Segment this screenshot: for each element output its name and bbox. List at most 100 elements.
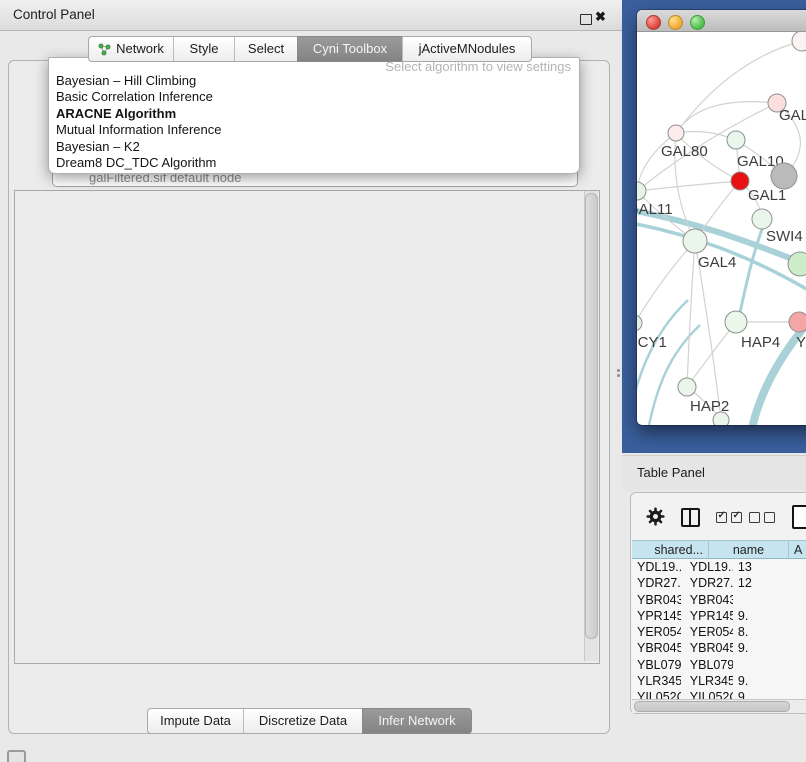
table-cell: 9. [733, 673, 806, 689]
tab-jactivemnodules[interactable]: jActiveMNodules [402, 36, 532, 62]
network-node-hap2[interactable] [678, 378, 696, 396]
tab-network[interactable]: Network [88, 36, 173, 62]
network-node-gal80[interactable] [668, 125, 684, 141]
table-row[interactable]: YBL079WYBL079W [632, 657, 806, 673]
table-hscrollbar-thumb[interactable] [634, 701, 790, 712]
control-panel-title: Control Panel [13, 7, 95, 22]
network-node-gcy1[interactable] [637, 315, 642, 331]
network-node-label: GAL80 [661, 143, 708, 160]
checked-box-icon [716, 512, 727, 523]
table-cell: YPR145W [632, 608, 681, 624]
table-column-header[interactable]: shared... [632, 540, 709, 559]
table-cell: YER054C [681, 624, 733, 640]
network-node-swi4[interactable] [752, 209, 772, 229]
table-cell: YDL19... [632, 559, 681, 575]
table-row[interactable]: YBR043CYBR043C [632, 592, 806, 608]
table-cell: YLR345W [632, 673, 681, 689]
panel-divider-handle[interactable] [617, 369, 620, 372]
network-node-hap4[interactable] [725, 311, 747, 333]
table-cell: YBR045C [681, 640, 733, 656]
network-canvas[interactable]: GALGAL80GAL10GAL1GAL11SWI4GAL4GCY1HAP4YH… [637, 32, 806, 425]
settings-scrollbar-thumb[interactable] [585, 193, 598, 639]
unchecked-box-icon [764, 512, 775, 523]
split-columns-icon[interactable] [681, 508, 700, 527]
tab-style[interactable]: Style [173, 36, 234, 62]
menu-item[interactable]: Bayesian – K2 [49, 139, 579, 155]
float-window-icon[interactable] [580, 14, 592, 25]
menu-item[interactable]: Basic Correlation Inference [49, 89, 579, 105]
network-node-label: GAL4 [698, 254, 736, 271]
table-cell: YBL079W [681, 657, 733, 673]
control-panel-titlebar: Control Panel ✖ [0, 0, 622, 31]
settings-scrollpane [14, 190, 600, 664]
tab-select[interactable]: Select [234, 36, 297, 62]
unchecked-box-icon [749, 512, 760, 523]
close-icon[interactable]: ✖ [595, 9, 606, 25]
tab-discretize-data[interactable]: Discretize Data [243, 708, 362, 734]
table-row[interactable]: YPR145WYPR145W9. [632, 608, 806, 624]
minimize-traffic-light-icon[interactable] [668, 15, 683, 30]
network-node-label: HAP4 [741, 334, 780, 351]
table-cell: YBR045C [632, 640, 681, 656]
table-panel-title: Table Panel [637, 465, 705, 480]
gear-icon[interactable] [646, 507, 665, 526]
bottom-tabbar: Impute Data Discretize Data Infer Networ… [147, 708, 472, 730]
table-cell: 9. [733, 608, 806, 624]
table-cell: YLR345W [681, 673, 733, 689]
table-cell: YBR043C [681, 592, 733, 608]
document-icon[interactable] [792, 505, 806, 529]
network-node-gal10[interactable] [727, 131, 745, 149]
table-row[interactable]: YDR27...YDR27...12 [632, 575, 806, 591]
network-node[interactable] [771, 163, 797, 189]
table-cell: YER054C [632, 624, 681, 640]
network-node[interactable] [792, 32, 806, 51]
network-node-gal1[interactable] [731, 172, 749, 190]
algorithm-menu-items: Bayesian – Hill ClimbingBasic Correlatio… [49, 73, 579, 171]
network-node-label: GAL11 [637, 201, 673, 218]
table-cell: 13 [733, 559, 806, 575]
network-icon [98, 43, 111, 56]
network-node-label: GCY1 [637, 334, 667, 351]
tab-infer-network[interactable]: Infer Network [362, 708, 472, 734]
table-cell: YBL079W [632, 657, 681, 673]
control-panel-tabbar: Network Style Select Cyni Toolbox jActiv… [88, 36, 532, 60]
table-cell: 8. [733, 624, 806, 640]
close-traffic-light-icon[interactable] [646, 15, 661, 30]
menu-item[interactable]: ARACNE Algorithm [49, 106, 579, 122]
table-row[interactable]: YBR045CYBR045C9. [632, 640, 806, 656]
zoom-traffic-light-icon[interactable] [690, 15, 705, 30]
table-row[interactable]: YLR345WYLR345W9. [632, 673, 806, 689]
menu-item[interactable]: Dream8 DC_TDC Algorithm [49, 155, 579, 171]
table-cell: YDL19... [681, 559, 733, 575]
table-row[interactable]: YDL19...YDL19...13 [632, 559, 806, 575]
hide-columns-icon[interactable] [749, 512, 775, 523]
network-node-y[interactable] [789, 312, 806, 332]
tab-impute-data[interactable]: Impute Data [147, 708, 243, 734]
table-cell: YDR27... [632, 575, 681, 591]
table-cell [733, 657, 806, 673]
network-node-label: GAL [779, 107, 806, 124]
table-row[interactable]: YER054CYER054C8. [632, 624, 806, 640]
menu-item[interactable]: Bayesian – Hill Climbing [49, 73, 579, 89]
minimized-window-icon[interactable] [7, 750, 26, 762]
table-column-header[interactable]: A [789, 540, 806, 559]
table-header-row: shared...nameA [632, 540, 806, 559]
table-body: YDL19...YDL19...13YDR27...YDR27...12YBR0… [632, 559, 806, 712]
network-window-titlebar[interactable] [637, 10, 806, 32]
network-node-label: GAL1 [748, 187, 786, 204]
checked-box-icon [731, 512, 742, 523]
network-node-label: SWI4 [766, 228, 803, 245]
table-cell: 9. [733, 640, 806, 656]
network-node-gal4[interactable] [683, 229, 707, 253]
panel-divider-handle[interactable] [617, 374, 620, 377]
table-column-header[interactable]: name [709, 540, 789, 559]
network-node-label: Y [796, 334, 806, 351]
table-cell: YPR145W [681, 608, 733, 624]
table-cell: 12 [733, 575, 806, 591]
menu-item[interactable]: Mutual Information Inference [49, 122, 579, 138]
tab-cyni-toolbox[interactable]: Cyni Toolbox [297, 36, 402, 62]
table-cell: YBR043C [632, 592, 681, 608]
show-columns-icon[interactable] [716, 512, 742, 523]
network-node[interactable] [713, 412, 729, 425]
algorithm-dropdown-menu: Select algorithm to view settings Bayesi… [48, 57, 580, 174]
